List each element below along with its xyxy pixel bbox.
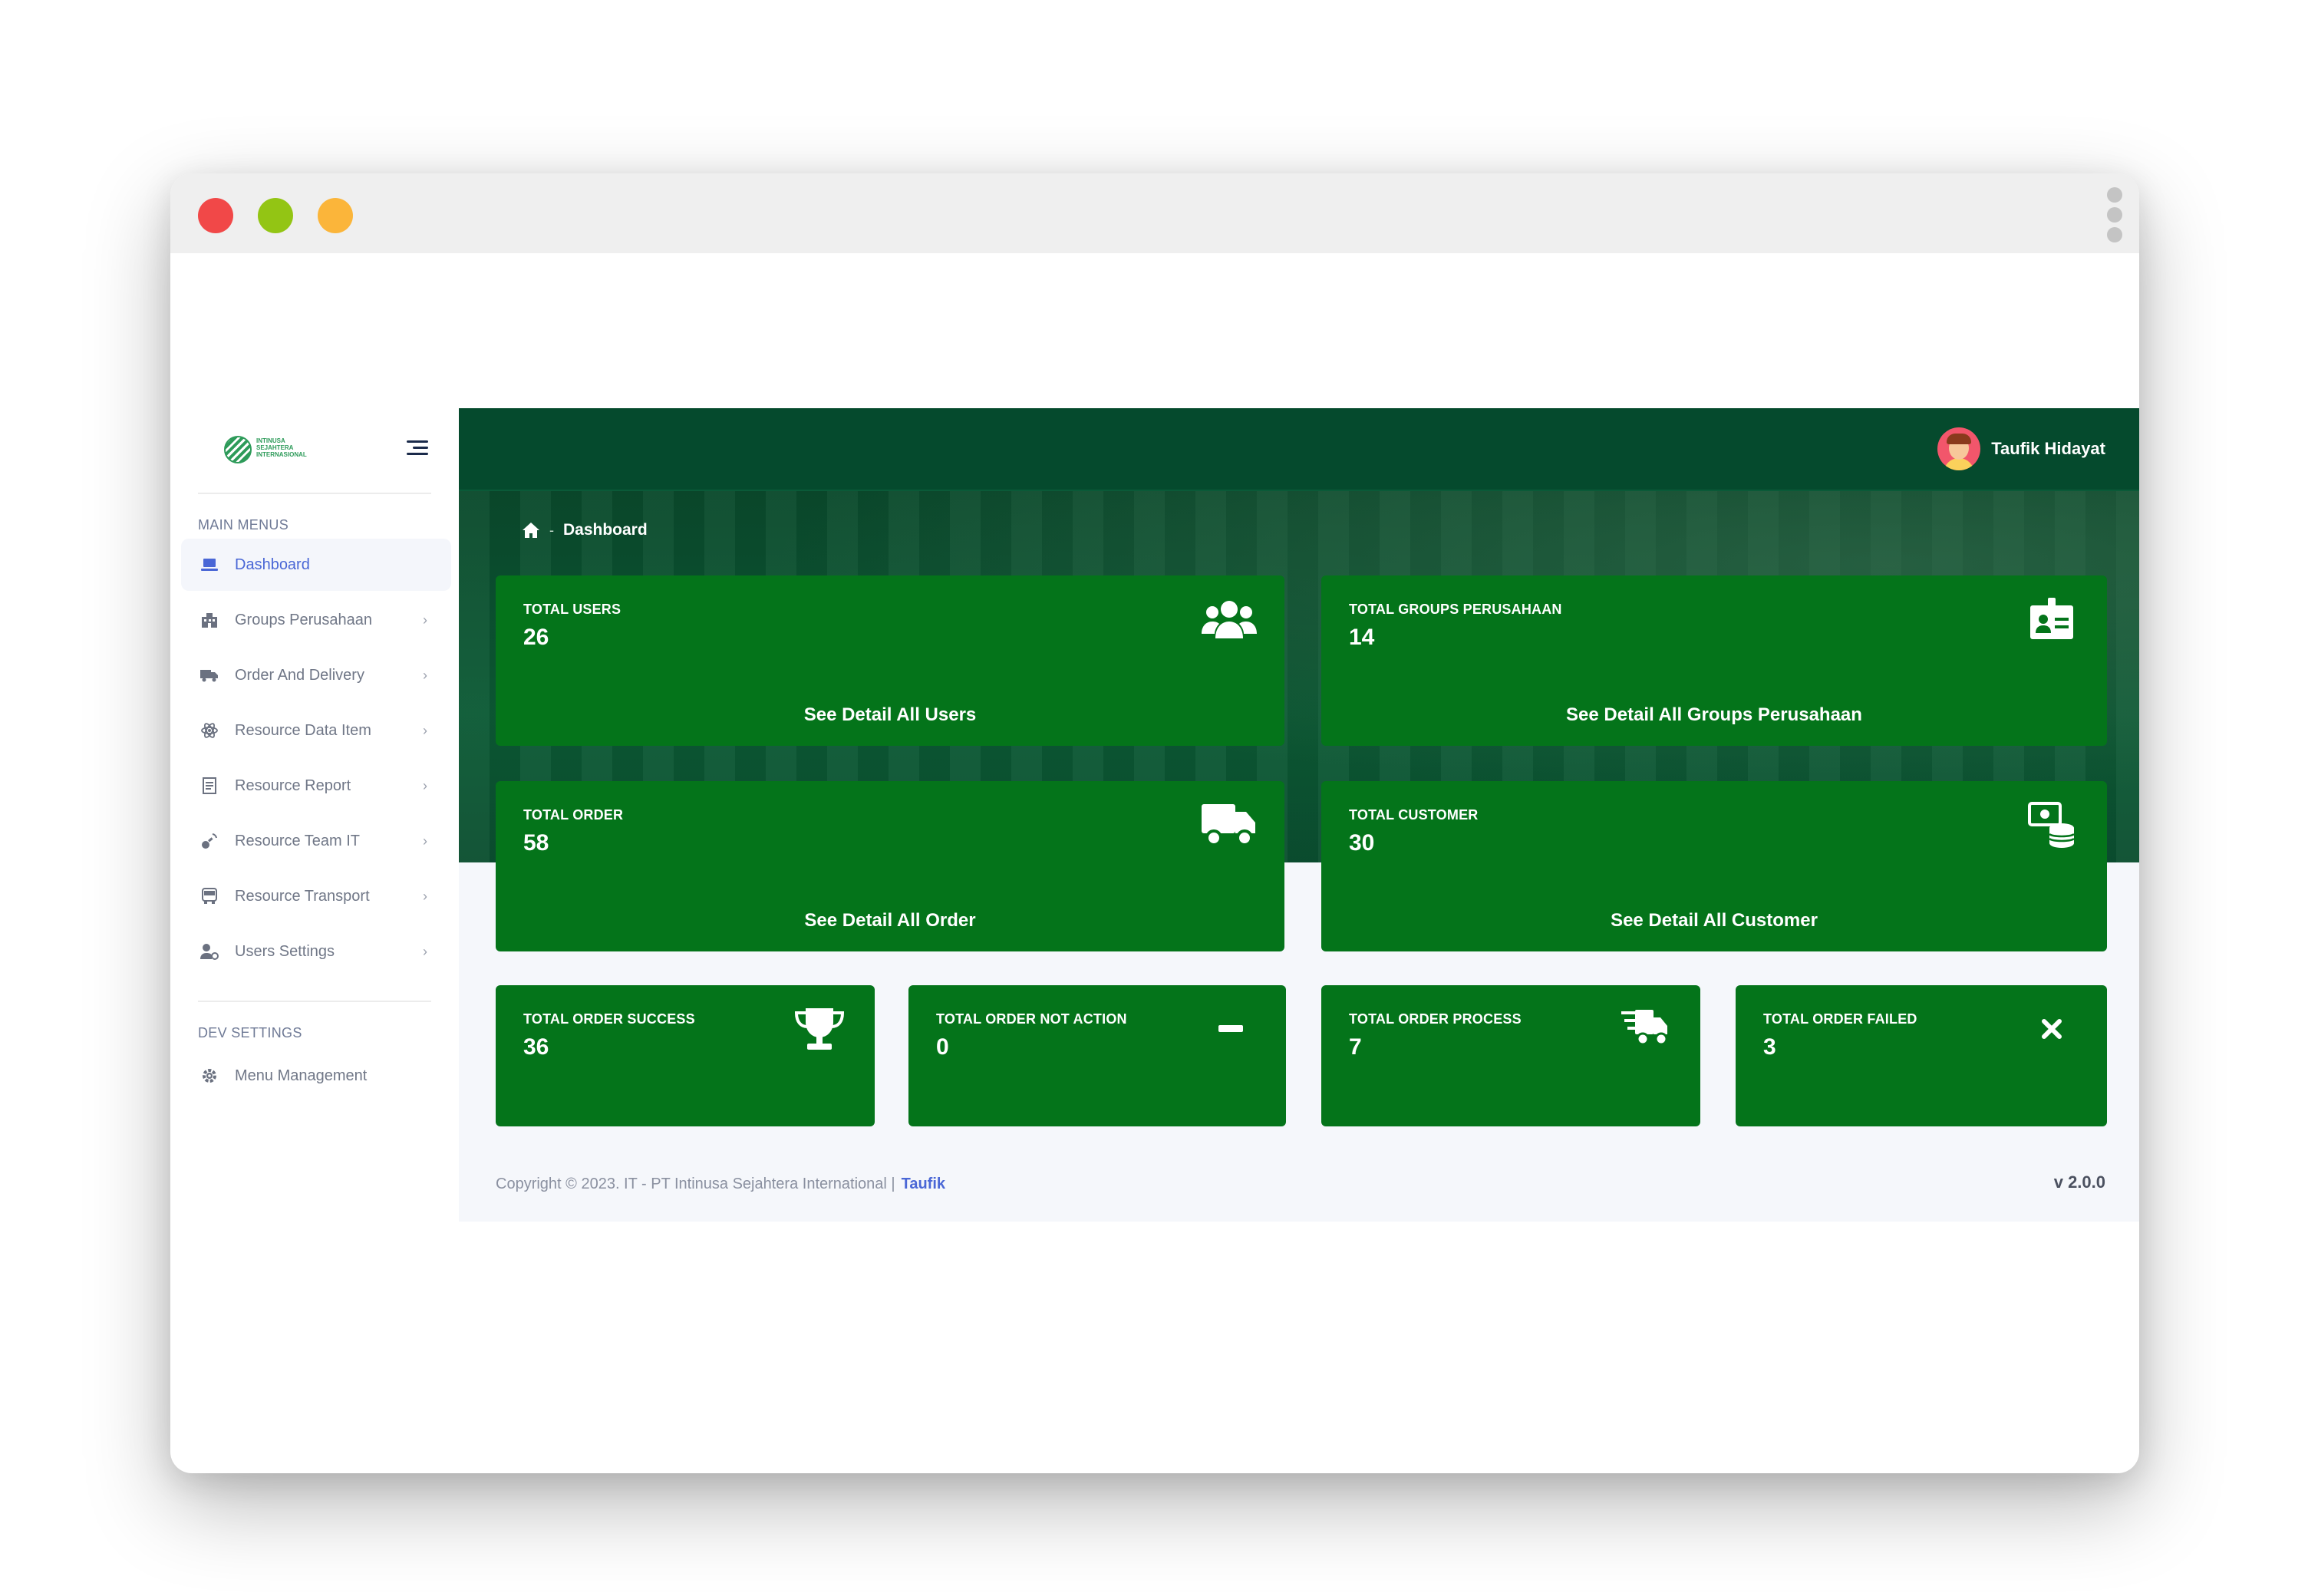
sidebar-item-menu-management[interactable]: Menu Management <box>181 1050 451 1102</box>
see-detail-groups-link[interactable]: See Detail All Groups Perusahaan <box>1321 704 2107 726</box>
card-label: TOTAL GROUPS PERUSAHAAN <box>1349 602 1562 617</box>
sidebar-item-groups-perusahaan[interactable]: Groups Perusahaan › <box>181 594 451 646</box>
card-total-groups-perusahaan: TOTAL GROUPS PERUSAHAAN 14 See Detail Al… <box>1321 575 2107 746</box>
sidebar-divider <box>198 1001 431 1002</box>
chevron-right-icon: › <box>423 833 427 849</box>
section-label-main-menus: MAIN MENUS <box>198 517 289 533</box>
see-detail-order-link[interactable]: See Detail All Order <box>496 910 1284 932</box>
logo-text: INTINUSA SEJAHTERA INTERNASIONAL <box>256 437 307 458</box>
sidebar-item-resource-report[interactable]: Resource Report › <box>181 760 451 812</box>
card-value: 3 <box>1763 1034 1776 1060</box>
id-card-icon <box>2024 595 2079 643</box>
fast-truck-icon <box>1617 1005 1673 1053</box>
sidebar-item-users-settings[interactable]: Users Settings › <box>181 925 451 978</box>
money-stack-icon <box>2024 801 2079 849</box>
atom-icon <box>199 721 219 740</box>
sidebar-item-dashboard[interactable]: Dashboard <box>181 539 451 591</box>
minus-icon <box>1203 1005 1258 1053</box>
top-navbar: Taufik Hidayat <box>459 408 2139 491</box>
section-label-dev-settings: DEV SETTINGS <box>198 1025 302 1040</box>
trophy-icon <box>792 1005 847 1053</box>
main-content: Taufik Hidayat - Dashboard TOTAL USERS 2… <box>459 408 2139 1222</box>
footer-author-link[interactable]: Taufik <box>902 1176 945 1192</box>
copyright-text: Copyright © 2023. IT - PT Intinusa Sejah… <box>496 1176 895 1192</box>
card-label: TOTAL ORDER FAILED <box>1763 1011 1917 1027</box>
card-label: TOTAL ORDER NOT ACTION <box>936 1011 1127 1027</box>
satellite-icon <box>199 831 219 851</box>
card-total-order-not-action: TOTAL ORDER NOT ACTION 0 <box>908 985 1286 1126</box>
close-window-button[interactable] <box>198 198 233 233</box>
card-total-order-process: TOTAL ORDER PROCESS 7 <box>1321 985 1700 1126</box>
card-total-order-failed: TOTAL ORDER FAILED 3 <box>1736 985 2107 1126</box>
card-value: 14 <box>1349 625 1375 650</box>
card-total-order-success: TOTAL ORDER SUCCESS 36 <box>496 985 875 1126</box>
truck-icon <box>199 665 219 685</box>
sidebar-item-resource-transport[interactable]: Resource Transport › <box>181 870 451 922</box>
maximize-window-button[interactable] <box>318 198 353 233</box>
sidebar-item-label: Resource Report <box>235 777 351 794</box>
chevron-right-icon: › <box>423 777 427 793</box>
card-label: TOTAL ORDER PROCESS <box>1349 1011 1522 1027</box>
app-version: v 2.0.0 <box>2053 1172 2105 1192</box>
sidebar-item-resource-team-it[interactable]: Resource Team IT › <box>181 815 451 867</box>
card-value: 26 <box>523 625 549 650</box>
card-label: TOTAL USERS <box>523 602 622 617</box>
sidebar: INTINUSA SEJAHTERA INTERNASIONAL MAIN ME… <box>170 408 459 1176</box>
kebab-menu-icon[interactable] <box>2105 187 2124 242</box>
sidebar-item-order-and-delivery[interactable]: Order And Delivery › <box>181 649 451 701</box>
footer-copyright: Copyright © 2023. IT - PT Intinusa Sejah… <box>496 1176 945 1193</box>
breadcrumb-separator: - <box>549 522 554 538</box>
minimize-window-button[interactable] <box>258 198 293 233</box>
card-total-order: TOTAL ORDER 58 See Detail All Order <box>496 781 1284 951</box>
hamburger-menu-icon[interactable] <box>407 440 428 456</box>
sidebar-item-label: Order And Delivery <box>235 666 364 684</box>
see-detail-customer-link[interactable]: See Detail All Customer <box>1321 910 2107 932</box>
card-value: 30 <box>1349 830 1375 856</box>
sidebar-divider <box>198 493 431 494</box>
card-total-customer: TOTAL CUSTOMER 30 See Detail All Custome… <box>1321 781 2107 951</box>
card-value: 0 <box>936 1034 949 1060</box>
card-value: 58 <box>523 830 549 856</box>
card-value: 36 <box>523 1034 549 1060</box>
truck-icon <box>1202 801 1257 849</box>
card-label: TOTAL ORDER <box>523 807 624 823</box>
chevron-right-icon: › <box>423 722 427 738</box>
breadcrumb: - Dashboard <box>522 519 648 542</box>
home-icon[interactable] <box>522 522 540 539</box>
card-total-users: TOTAL USERS 26 See Detail All Users <box>496 575 1284 746</box>
logo-mark <box>224 436 252 463</box>
sidebar-item-label: Groups Perusahaan <box>235 611 373 628</box>
sidebar-item-label: Menu Management <box>235 1067 368 1084</box>
sidebar-item-label: Resource Team IT <box>235 832 361 849</box>
sidebar-item-label: Users Settings <box>235 942 335 960</box>
breadcrumb-current: Dashboard <box>563 521 648 539</box>
user-menu[interactable]: Taufik Hidayat <box>1937 427 2105 471</box>
avatar <box>1937 427 1981 470</box>
report-icon <box>199 776 219 796</box>
sidebar-item-label: Resource Data Item <box>235 721 371 739</box>
chevron-right-icon: › <box>423 612 427 628</box>
chevron-right-icon: › <box>423 943 427 959</box>
building-icon <box>199 610 219 630</box>
see-detail-users-link[interactable]: See Detail All Users <box>496 704 1284 726</box>
user-cog-icon <box>199 941 219 961</box>
chevron-right-icon: › <box>423 667 427 683</box>
sidebar-item-label: Dashboard <box>235 556 310 573</box>
chevron-right-icon: › <box>423 888 427 904</box>
user-name: Taufik Hidayat <box>1991 439 2105 458</box>
card-label: TOTAL ORDER SUCCESS <box>523 1011 695 1027</box>
company-logo[interactable]: INTINUSA SEJAHTERA INTERNASIONAL <box>224 433 310 467</box>
sidebar-item-resource-data-item[interactable]: Resource Data Item › <box>181 704 451 757</box>
card-value: 7 <box>1349 1034 1362 1060</box>
card-label: TOTAL CUSTOMER <box>1349 807 1479 823</box>
laptop-icon <box>199 555 219 575</box>
browser-window: INTINUSA SEJAHTERA INTERNASIONAL MAIN ME… <box>170 173 2139 1473</box>
gear-icon <box>199 1066 219 1086</box>
users-icon <box>1202 595 1257 643</box>
window-titlebar <box>170 173 2139 253</box>
close-icon <box>2024 1005 2079 1053</box>
bus-icon <box>199 886 219 906</box>
sidebar-item-label: Resource Transport <box>235 887 370 905</box>
